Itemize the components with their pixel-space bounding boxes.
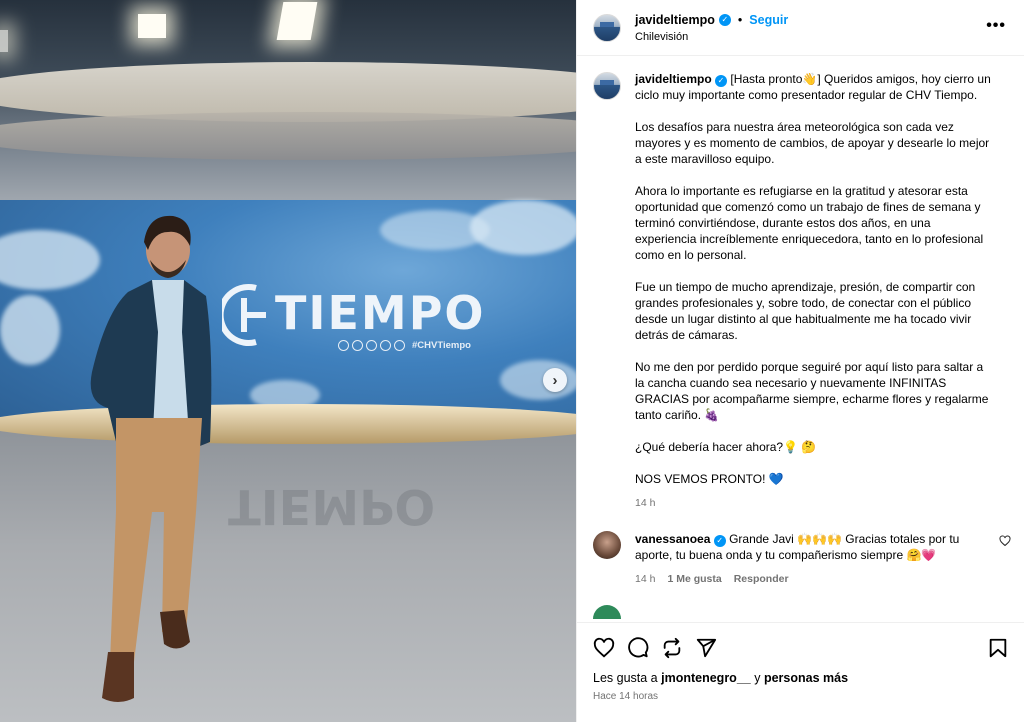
comment-row: vanessanoea ✓ Grande Javi 🙌🙌🙌 Gracias to… — [593, 531, 1011, 587]
caption-paragraph: NOS VEMOS PRONTO! 💙 — [635, 472, 784, 486]
post-modal: TIEMPO #CHVTiempo TIEMPO › javideltiempo… — [0, 0, 1024, 722]
chevron-right-icon: › — [552, 371, 558, 389]
verified-icon: ✓ — [713, 535, 726, 547]
tiempo-logo-text: TIEMPO — [275, 286, 486, 340]
twitter-icon — [352, 340, 363, 351]
caption-paragraph: Los desafíos para nuestra área meteoroló… — [635, 120, 990, 166]
likes-mid: y — [754, 671, 761, 685]
caption-paragraph: ¿Qué debería hacer ahora?💡 🤔 — [635, 440, 817, 454]
next-comment-peek — [593, 605, 621, 619]
action-icons — [593, 637, 1009, 659]
tiktok-icon — [394, 340, 405, 351]
caption-paragraph: Fue un tiempo de mucho aprendizaje, pres… — [635, 280, 976, 342]
post-location[interactable]: Chilevisión — [635, 31, 788, 43]
comment-paragraph: vanessanoea ✓ Grande Javi 🙌🙌🙌 Gracias to… — [635, 531, 985, 563]
hashtag-label: #CHVTiempo — [412, 340, 471, 351]
caption-time[interactable]: 14 h — [635, 495, 655, 511]
reply-button[interactable]: Responder — [734, 571, 789, 587]
caption-paragraph: Ahora lo importante es refugiarse en la … — [635, 184, 984, 262]
facebook-icon — [338, 340, 349, 351]
follow-button[interactable]: Seguir — [749, 13, 788, 27]
post-header-info: javideltiempo ✓ • Seguir Chilevisión — [635, 13, 788, 43]
caption-meta: 14 h — [635, 495, 995, 511]
likes-user-link[interactable]: jmontenegro__ — [661, 671, 751, 685]
logo-reflection: TIEMPO — [228, 478, 436, 534]
ceiling-lamp — [276, 2, 318, 40]
post-photo[interactable]: TIEMPO #CHVTiempo TIEMPO › — [0, 0, 576, 722]
likes-prefix: Les gusta a — [593, 671, 658, 685]
bookmark-icon[interactable] — [987, 637, 1009, 659]
share-icon[interactable] — [661, 637, 683, 659]
verified-icon: ✓ — [718, 13, 731, 26]
caption-paragraph: javideltiempo ✓ [Hasta pronto👋] Queridos… — [635, 71, 995, 103]
carousel-next-button[interactable]: › — [543, 368, 567, 392]
comment-meta: 14 h 1 Me gusta Responder — [635, 571, 985, 587]
ceiling-lamp — [138, 14, 166, 38]
likes-summary: Les gusta a jmontenegro__ y personas más — [593, 671, 1009, 685]
likes-others-link[interactable]: personas más — [764, 671, 848, 685]
post-actions: Les gusta a jmontenegro__ y personas más… — [577, 622, 1024, 722]
send-icon[interactable] — [695, 637, 717, 659]
comment-like-icon[interactable] — [999, 535, 1011, 547]
post-time[interactable]: Hace 14 horas — [593, 691, 1009, 702]
presenter-figure — [90, 215, 212, 702]
heart-icon[interactable] — [593, 637, 615, 659]
post-header: javideltiempo ✓ • Seguir Chilevisión ••• — [577, 0, 1024, 56]
comment-body: vanessanoea ✓ Grande Javi 🙌🙌🙌 Gracias to… — [635, 531, 985, 587]
avatar[interactable] — [593, 13, 621, 42]
caption-body: javideltiempo ✓ [Hasta pronto👋] Queridos… — [635, 71, 995, 511]
comment-username[interactable]: vanessanoea — [635, 532, 710, 546]
studio-ring — [0, 112, 576, 160]
avatar[interactable] — [593, 531, 621, 559]
post-side-panel: javideltiempo ✓ • Seguir Chilevisión •••… — [576, 0, 1024, 722]
ceiling-lamp — [0, 30, 8, 52]
instagram-icon — [380, 340, 391, 351]
youtube-icon — [366, 340, 377, 351]
separator-dot: • — [737, 12, 743, 27]
caption-paragraph: No me den por perdido porque seguiré por… — [635, 360, 989, 422]
header-username[interactable]: javideltiempo — [635, 13, 715, 27]
avatar[interactable] — [593, 605, 621, 619]
social-icons: #CHVTiempo — [338, 340, 471, 351]
avatar[interactable] — [593, 72, 621, 100]
comment-icon[interactable] — [627, 637, 649, 659]
verified-icon: ✓ — [715, 75, 728, 87]
caption-username[interactable]: javideltiempo — [635, 72, 712, 86]
more-icon[interactable]: ••• — [986, 17, 1006, 35]
comments-section[interactable]: javideltiempo ✓ [Hasta pronto👋] Queridos… — [577, 57, 1024, 622]
comment-likes[interactable]: 1 Me gusta — [667, 571, 721, 587]
header-user-line: javideltiempo ✓ • Seguir — [635, 13, 788, 27]
comment-time[interactable]: 14 h — [635, 571, 655, 587]
caption-row: javideltiempo ✓ [Hasta pronto👋] Queridos… — [593, 71, 1009, 511]
chv-logo-icon — [222, 284, 266, 346]
